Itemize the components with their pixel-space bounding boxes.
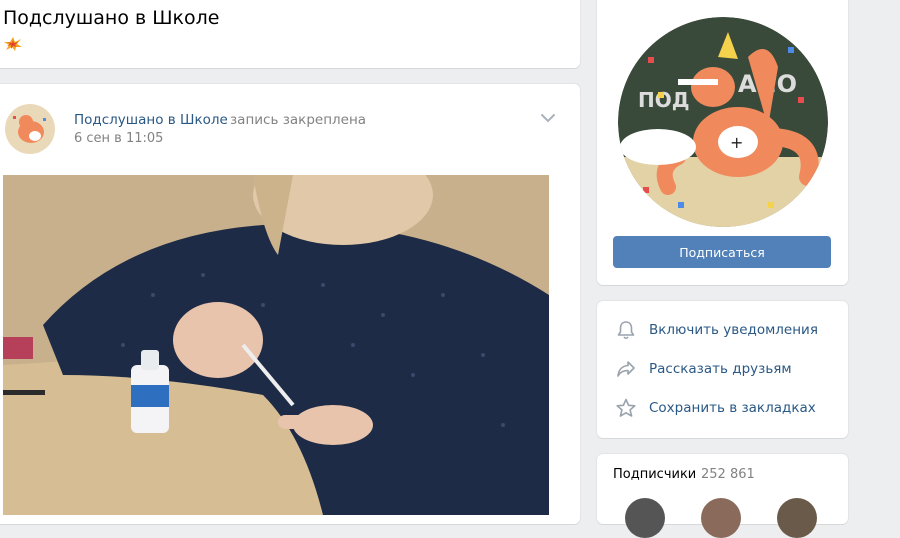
action-share-friends[interactable]: Рассказать друзьям xyxy=(615,357,835,381)
post-author-avatar[interactable] xyxy=(5,104,55,154)
follower-avatar[interactable] xyxy=(777,498,817,538)
group-card: АНО ПОД + Подписаться xyxy=(597,0,848,285)
group-actions-card: Включить уведомления Рассказать друзьям … xyxy=(597,301,848,438)
followers-count: 252 861 xyxy=(701,467,755,482)
followers-card: Подписчики 252 861 xyxy=(597,454,848,538)
follower-avatar[interactable] xyxy=(701,498,741,538)
star-icon xyxy=(616,398,636,417)
chevron-down-icon[interactable] xyxy=(539,112,557,124)
post-pinned-label: запись закреплена xyxy=(230,112,367,128)
action-enable-notifications[interactable]: Включить уведомления xyxy=(615,318,835,342)
followers-label[interactable]: Подписчики xyxy=(613,467,696,482)
group-avatar[interactable]: АНО ПОД + xyxy=(618,17,828,227)
header-card: Подслушано в Школе xyxy=(0,0,580,68)
follower-avatar[interactable] xyxy=(625,498,665,538)
page-title: Подслушано в Школе xyxy=(3,7,220,29)
action-label: Сохранить в закладках xyxy=(649,400,816,416)
bell-icon xyxy=(617,321,635,340)
post-card: Подслушано в Школе запись закреплена 6 с… xyxy=(0,84,580,524)
post-author-link[interactable]: Подслушано в Школе xyxy=(74,112,228,128)
subscribe-button[interactable]: Подписаться xyxy=(613,236,831,268)
action-label: Рассказать друзьям xyxy=(649,361,792,377)
action-save-bookmarks[interactable]: Сохранить в закладках xyxy=(615,396,835,420)
share-arrow-icon xyxy=(617,361,635,377)
burst-emoji-icon xyxy=(4,37,22,51)
post-photo[interactable] xyxy=(3,175,549,515)
svg-text:+: + xyxy=(730,133,743,152)
post-date[interactable]: 6 сен в 11:05 xyxy=(74,131,163,146)
action-label: Включить уведомления xyxy=(649,322,818,338)
svg-text:ПОД: ПОД xyxy=(638,88,690,112)
